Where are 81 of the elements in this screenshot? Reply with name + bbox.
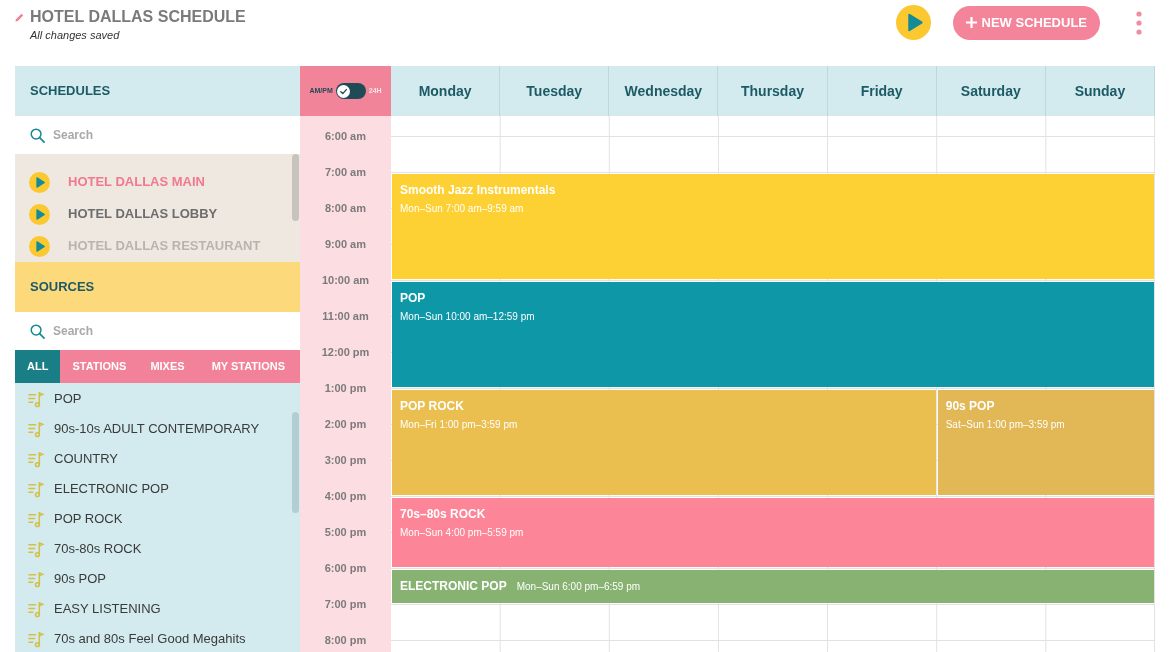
block-time: Mon–Sun 7:00 am–9:59 am [400, 201, 524, 215]
time-label: 8:00 am [325, 200, 366, 216]
source-item[interactable]: POP [15, 384, 300, 414]
search-field[interactable]: Search [53, 319, 285, 343]
play-icon [29, 203, 50, 225]
filter-tab[interactable]: STATIONS [60, 350, 139, 383]
more-button[interactable] [1134, 8, 1144, 37]
time-label: 4:00 pm [324, 488, 367, 504]
schedule-block[interactable]: 70s–80s ROCK Mon–Sun 4:00 pm–5:59 pm [392, 497, 1154, 567]
check-icon [337, 84, 351, 98]
source-item[interactable]: 70s-80s ROCK [15, 534, 300, 564]
source-item[interactable]: ELECTRONIC POP [15, 474, 300, 504]
filter-tab[interactable]: MIXES [138, 350, 197, 383]
filter-tab[interactable]: ALL [15, 350, 61, 383]
music-list-icon [28, 570, 45, 588]
section-title: SCHEDULES [30, 82, 111, 101]
time-label: 11:00 am [322, 308, 369, 324]
search-icon [30, 127, 45, 143]
music-list-icon [28, 630, 45, 648]
schedule-block[interactable]: POP Mon–Sun 10:00 am–12:59 pm [392, 281, 1154, 387]
block-title: POP ROCK [400, 398, 464, 414]
day-header: Friday [860, 81, 903, 101]
block-title: 90s POP [945, 398, 995, 414]
search-field[interactable]: Search [53, 123, 285, 147]
new-schedule-button[interactable]: NEW SCHEDULE [952, 5, 1100, 40]
time-label: 7:00 am [325, 164, 366, 180]
block-time: Mon–Fri 1:00 pm–3:59 pm [400, 417, 518, 431]
schedule-title[interactable]: HOTEL DALLAS SCHEDULE [30, 7, 246, 27]
search-icon [30, 323, 45, 339]
music-list-icon [28, 420, 45, 438]
time-label: 6:00 pm [324, 560, 367, 576]
save-status: All changes saved [30, 28, 121, 43]
section-title: SOURCES [30, 278, 95, 297]
play-icon [29, 235, 50, 257]
time-label: 2:00 pm [324, 416, 367, 432]
block-time: Mon–Sun 4:00 pm–5:59 pm [400, 525, 524, 539]
scrollbar[interactable] [292, 412, 299, 513]
block-time: Sat–Sun 1:00 pm–3:59 pm [945, 417, 1065, 431]
time-label: 5:00 pm [324, 524, 367, 540]
block-title: POP [400, 290, 426, 306]
play-button[interactable] [895, 5, 931, 40]
music-list-icon [28, 480, 45, 498]
schedule-block[interactable]: ELECTRONIC POP Mon–Sun 6:00 pm–6:59 pm [392, 569, 1154, 603]
source-item[interactable]: EASY LISTENING [15, 594, 300, 624]
source-item[interactable]: 90s POP [15, 564, 300, 594]
time-label: 7:00 pm [324, 596, 367, 612]
source-item[interactable]: POP ROCK [15, 504, 300, 534]
play-icon [29, 171, 50, 193]
more-icon [1136, 10, 1142, 35]
block-title: 70s–80s ROCK [400, 506, 486, 522]
music-list-icon [28, 600, 45, 618]
pencil-icon[interactable] [15, 12, 24, 22]
plus-icon [965, 17, 977, 28]
music-list-icon [28, 390, 45, 408]
filter-tab[interactable]: MY STATIONS [196, 350, 300, 383]
day-header: Wednesday [624, 81, 703, 101]
time-label: 8:00 pm [324, 632, 367, 648]
block-time: Mon–Sun 6:00 pm–6:59 pm [516, 579, 641, 594]
time-label: 10:00 am [321, 272, 370, 288]
music-list-icon [28, 510, 45, 528]
time-label: 1:00 pm [324, 380, 367, 396]
time-label: 3:00 pm [324, 452, 367, 468]
scrollbar[interactable] [292, 154, 299, 221]
day-header: Saturday [960, 81, 1021, 101]
block-title: ELECTRONIC POP [400, 578, 507, 595]
music-list-icon [28, 540, 45, 558]
time-label: 9:00 am [325, 236, 366, 252]
day-header: Thursday [741, 81, 804, 101]
source-item[interactable]: 70s and 80s Feel Good Megahits [15, 624, 300, 652]
day-header: Tuesday [526, 81, 583, 101]
day-header: Sunday [1074, 81, 1126, 101]
block-title: Smooth Jazz Instrumentals [400, 182, 556, 198]
source-item[interactable]: COUNTRY [15, 444, 300, 474]
play-icon [895, 5, 931, 40]
time-label: 6:00 am [325, 128, 366, 144]
day-header: Monday [418, 81, 472, 101]
time-format-switch[interactable] [335, 83, 366, 99]
source-item[interactable]: 90s-10s ADULT CONTEMPORARY [15, 414, 300, 444]
music-list-icon [28, 450, 45, 468]
time-label: 12:00 pm [321, 344, 370, 360]
block-time: Mon–Sun 10:00 am–12:59 pm [400, 309, 535, 323]
